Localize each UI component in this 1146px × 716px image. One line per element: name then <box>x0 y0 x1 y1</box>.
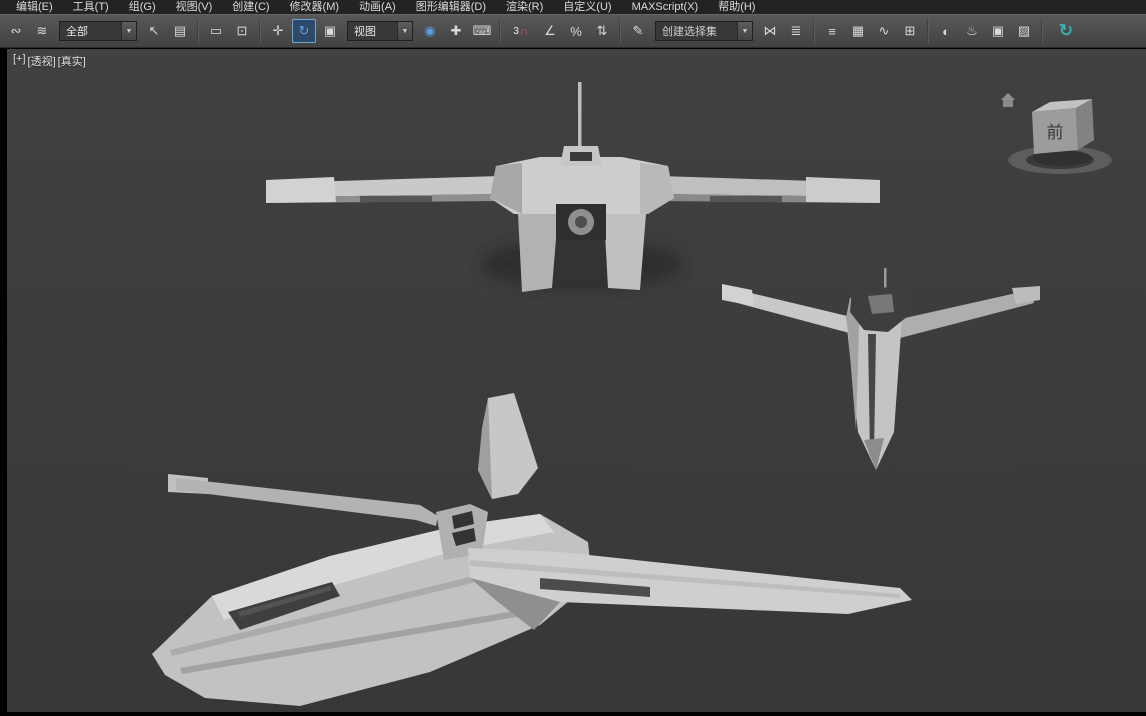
menu-item-views[interactable]: 视图(V) <box>166 0 223 14</box>
viewcube-right-face <box>1076 99 1094 150</box>
chevron-down-icon: ▼ <box>397 22 412 40</box>
scene-explorer-icon[interactable]: ▦ <box>846 19 870 43</box>
reference-coordinate-value: 视图 <box>354 26 376 38</box>
reference-coordinate-dropdown[interactable]: 视图 ▼ <box>347 21 413 41</box>
antenna <box>884 268 887 290</box>
menu-item-graph-editors[interactable]: 图形编辑器(D) <box>406 0 496 14</box>
select-and-rotate-icon[interactable]: ↻ <box>292 19 316 43</box>
snaps-toggle-icon[interactable]: 3 ∩ <box>506 19 536 43</box>
material-editor-icon[interactable]: ◐ <box>934 19 958 43</box>
menu-item-create[interactable]: 创建(C) <box>222 0 279 14</box>
layer-manager-icon[interactable]: ≡ <box>820 19 844 43</box>
named-selection-sets-dropdown[interactable]: 创建选择集 ▼ <box>655 21 753 41</box>
menu-item-tools[interactable]: 工具(T) <box>63 0 119 14</box>
mirror-icon[interactable]: ⋈ <box>758 19 782 43</box>
bind-to-space-warp-icon[interactable]: ≋ <box>30 19 54 43</box>
viewport-shading-label[interactable]: [真实] <box>58 53 86 69</box>
viewcube[interactable]: 前 <box>1001 93 1112 174</box>
select-object-icon[interactable]: ↖ <box>142 19 166 43</box>
right-landing-fork <box>604 214 646 290</box>
main-toolbar: ∾ ≋ 全部 ▼ ↖ ▤ ▭ ⊡ ✛ ↻ ▣ 视图 ▼ ◉ ✚ ⌨ 3 ∩ ∠ … <box>0 14 1146 48</box>
workspace: [+] [透视] [真实] 前 <box>0 48 1146 716</box>
left-wing-pylon <box>360 196 432 202</box>
tail-detail <box>868 294 894 314</box>
rectangular-selection-region-icon[interactable]: ▭ <box>204 19 228 43</box>
fuselage-right-facet <box>640 163 674 214</box>
toolbar-separator <box>499 19 501 43</box>
snap-mode-label: 3 <box>513 25 519 37</box>
snap-magnet-icon: ∩ <box>519 24 529 38</box>
menu-item-modifiers[interactable]: 修改器(M) <box>280 0 350 14</box>
aircraft-front-view[interactable] <box>266 82 880 292</box>
menu-item-edit[interactable]: 编辑(E) <box>6 0 63 14</box>
right-wing <box>896 290 1034 338</box>
right-wing-pylon <box>710 196 782 202</box>
viewport-canvas[interactable]: 前 <box>7 49 1146 712</box>
select-and-scale-icon[interactable]: ▣ <box>318 19 342 43</box>
menu-item-rendering[interactable]: 渲染(R) <box>496 0 553 14</box>
curve-editor-icon[interactable]: ∿ <box>872 19 896 43</box>
toolbar-separator <box>619 19 621 43</box>
render-setup-icon[interactable]: ♨ <box>960 19 984 43</box>
far-wing <box>176 478 438 526</box>
home-roof <box>1001 93 1015 100</box>
right-wingtip-pod <box>806 177 880 203</box>
keyboard-override-icon[interactable]: ⌨ <box>470 19 494 43</box>
left-landing-fork <box>518 214 558 292</box>
window-crossing-icon[interactable]: ⊡ <box>230 19 254 43</box>
3dsmax-window: 编辑(E) 工具(T) 组(G) 视图(V) 创建(C) 修改器(M) 动画(A… <box>0 0 1146 716</box>
selection-filter-value: 全部 <box>66 26 88 38</box>
toolbar-separator <box>927 19 929 43</box>
menu-item-animation[interactable]: 动画(A) <box>349 0 406 14</box>
menu-item-help[interactable]: 帮助(H) <box>708 0 765 14</box>
select-and-link-icon[interactable]: ∾ <box>4 19 28 43</box>
left-wingtip-pod <box>266 177 336 203</box>
align-icon[interactable]: ≣ <box>784 19 808 43</box>
left-wingtip <box>722 284 754 306</box>
chevron-down-icon: ▼ <box>121 22 136 40</box>
menu-item-maxscript[interactable]: MAXScript(X) <box>622 0 709 14</box>
chevron-down-icon: ▼ <box>737 22 752 40</box>
toolbar-separator <box>259 19 261 43</box>
menu-bar: 编辑(E) 工具(T) 组(G) 视图(V) 创建(C) 修改器(M) 动画(A… <box>0 0 1146 14</box>
menu-item-group[interactable]: 组(G) <box>119 0 166 14</box>
aircraft-rear-view[interactable] <box>722 268 1040 470</box>
aircraft-perspective-view[interactable] <box>152 393 912 706</box>
select-and-move-icon[interactable]: ✛ <box>266 19 290 43</box>
select-and-manipulate-icon[interactable]: ✚ <box>444 19 468 43</box>
rendered-frame-window-icon[interactable]: ▣ <box>986 19 1010 43</box>
perspective-viewport[interactable]: [+] [透视] [真实] 前 <box>7 49 1146 712</box>
render-production-icon[interactable]: ▨ <box>1012 19 1036 43</box>
schematic-view-icon[interactable]: ⊞ <box>898 19 922 43</box>
spinner-snap-icon[interactable]: ⇅ <box>590 19 614 43</box>
angle-snap-icon[interactable]: ∠ <box>538 19 562 43</box>
cockpit-visor <box>570 152 592 161</box>
named-selection-sets-value: 创建选择集 <box>662 26 717 38</box>
selection-filter-dropdown[interactable]: 全部 ▼ <box>59 21 137 41</box>
toolbar-separator <box>813 19 815 43</box>
percent-snap-icon[interactable]: % <box>564 19 588 43</box>
viewport-menu-label[interactable]: [+] <box>13 53 26 69</box>
menu-item-customize[interactable]: 自定义(U) <box>553 0 621 14</box>
viewcube-front-label[interactable]: 前 <box>1047 123 1064 142</box>
viewcube-home-icon[interactable] <box>1001 93 1015 107</box>
home-body <box>1003 100 1013 107</box>
engine-cone-core <box>575 216 587 228</box>
viewport-pov-label[interactable]: [透视] <box>28 53 56 69</box>
edit-named-selection-sets-icon[interactable]: ✎ <box>626 19 650 43</box>
viewport-label: [+] [透视] [真实] <box>13 53 86 69</box>
toolbar-separator <box>197 19 199 43</box>
refresh-icon[interactable]: ↻ <box>1054 19 1078 43</box>
right-wingtip <box>1012 286 1040 304</box>
use-pivot-point-icon[interactable]: ◉ <box>418 19 442 43</box>
toolbar-separator <box>1041 19 1043 43</box>
select-by-name-icon[interactable]: ▤ <box>168 19 192 43</box>
